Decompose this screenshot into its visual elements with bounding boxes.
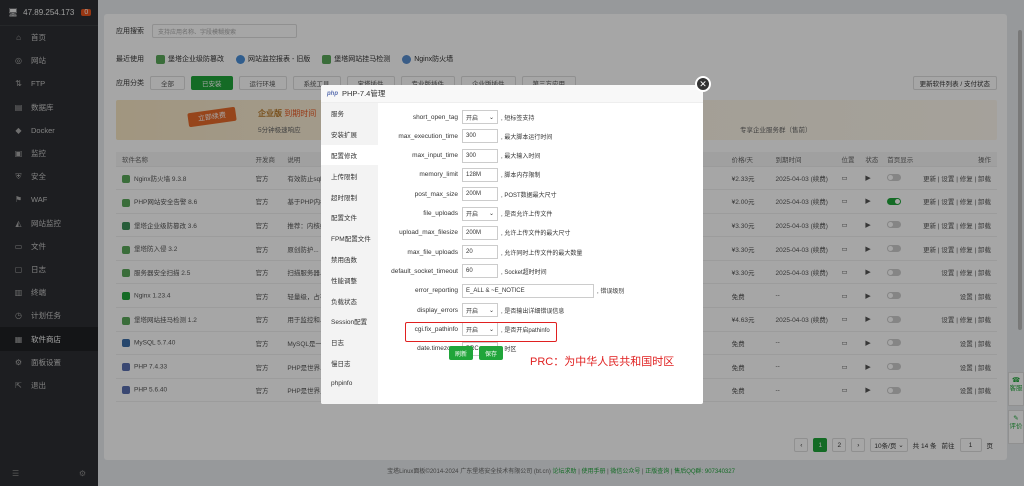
config-label: max_file_uploads <box>407 248 458 256</box>
dialog-nav-item[interactable]: 上传限制 <box>321 165 378 186</box>
config-input[interactable]: 300 <box>462 129 498 144</box>
chevron-down-icon: ⌄ <box>488 211 494 217</box>
config-row: error_reporting E_ALL & ~E_NOTICE, 错误级别 <box>378 283 624 299</box>
config-label: max_input_time <box>412 152 458 160</box>
chevron-down-icon: ⌄ <box>488 307 494 314</box>
config-input[interactable]: 20 <box>462 245 498 260</box>
config-row: file_uploads 开启 ⌄, 是否允许上传文件 <box>378 206 552 222</box>
config-input[interactable]: 60 <box>462 264 498 279</box>
config-label: post_max_size <box>414 190 458 198</box>
config-desc: , 最大脚本运行时间 <box>501 134 553 141</box>
config-desc: , 允许上传文件的最大尺寸 <box>501 231 571 238</box>
config-desc: , Socket超时时间 <box>501 269 547 276</box>
config-input[interactable]: E_ALL & ~E_NOTICE <box>462 283 594 298</box>
dialog-title: PHP-7.4管理 <box>342 89 386 98</box>
dialog-nav: 服务 安装扩展 配置修改 上传限制 超时限制 配置文件 FPM配置文件 禁用函数 性能调整 负载状… <box>321 103 378 404</box>
config-row: post_max_size 200M, POST数据最大尺寸 <box>378 186 557 202</box>
config-desc: , 是否允许上传文件 <box>501 212 553 218</box>
config-desc: , POST数据最大尺寸 <box>501 192 557 199</box>
config-select[interactable]: 开启 ⌄ <box>462 206 498 221</box>
dialog-nav-item[interactable]: 性能调整 <box>321 269 378 290</box>
dialog-nav-item[interactable]: 禁用函数 <box>321 249 378 270</box>
config-row: max_file_uploads 20, 允许同时上传文件的最大数量 <box>378 244 582 260</box>
config-input[interactable]: 128M <box>462 167 498 182</box>
dialog-title-bar: php PHP-7.4管理 <box>321 85 703 103</box>
config-label: upload_max_filesize <box>399 229 458 237</box>
dialog-nav-item[interactable]: 配置修改 <box>321 144 378 166</box>
config-select[interactable]: 开启 ⌄ <box>462 110 498 124</box>
config-desc: , 最大输入时间 <box>501 154 541 161</box>
config-row: display_errors 开启 ⌄, 是否输出详细错误信息 <box>378 302 564 318</box>
timezone-highlight-box <box>405 322 557 342</box>
config-row: upload_max_filesize 200M, 允许上传文件的最大尺寸 <box>378 225 570 241</box>
config-input[interactable]: 200M <box>462 187 498 202</box>
config-label: display_errors <box>417 306 458 314</box>
chevron-down-icon: ⌄ <box>488 114 494 121</box>
close-dialog-button[interactable]: ✕ <box>695 76 711 92</box>
save-button[interactable]: 保存 <box>479 346 504 360</box>
config-row: short_open_tag 开启 ⌄, 短标签支持 <box>378 109 534 125</box>
config-desc: , 脚本内存限制 <box>501 173 541 180</box>
config-desc: , 允许同时上传文件的最大数量 <box>501 250 583 257</box>
config-label: error_reporting <box>415 287 458 295</box>
dialog-nav-item[interactable]: 服务 <box>321 103 378 124</box>
config-row: default_socket_timeout 60, Socket超时时间 <box>378 263 547 279</box>
dialog-nav-item[interactable]: 慢日志 <box>321 353 378 374</box>
config-desc: , 短标签支持 <box>501 115 535 122</box>
dialog-nav-item[interactable]: 负载状态 <box>321 290 378 311</box>
config-input[interactable]: 300 <box>462 148 498 163</box>
php-logo-icon: php <box>327 90 338 97</box>
timezone-annotation: PRC：为中华人民共和国时区 <box>530 356 675 368</box>
refresh-button[interactable]: 刷新 <box>449 346 474 360</box>
config-input[interactable]: 200M <box>462 225 498 240</box>
dialog-nav-item[interactable]: phpinfo <box>321 373 378 394</box>
dialog-nav-item[interactable]: 配置文件 <box>321 207 378 228</box>
config-label: short_open_tag <box>412 113 458 121</box>
dialog-nav-item[interactable]: 超时限制 <box>321 186 378 207</box>
config-label: default_socket_timeout <box>391 267 458 275</box>
dialog-nav-item[interactable]: 日志 <box>321 332 378 353</box>
config-desc: , 错误级别 <box>597 289 625 296</box>
config-label: max_execution_time <box>398 132 458 140</box>
config-row: memory_limit 128M, 脚本内存限制 <box>378 167 540 183</box>
config-label: memory_limit <box>419 171 458 179</box>
dialog-nav-item[interactable]: Session配置 <box>321 311 378 332</box>
dialog-nav-item[interactable]: FPM配置文件 <box>321 228 378 249</box>
config-label: file_uploads <box>423 210 458 217</box>
dialog-nav-item[interactable]: 安装扩展 <box>321 124 378 145</box>
config-row: max_input_time 300, 最大输入时间 <box>378 148 540 164</box>
config-select[interactable]: 开启 ⌄ <box>462 303 498 317</box>
config-desc: , 是否输出详细错误信息 <box>501 308 565 315</box>
config-row: max_execution_time 300, 最大脚本运行时间 <box>378 128 552 144</box>
